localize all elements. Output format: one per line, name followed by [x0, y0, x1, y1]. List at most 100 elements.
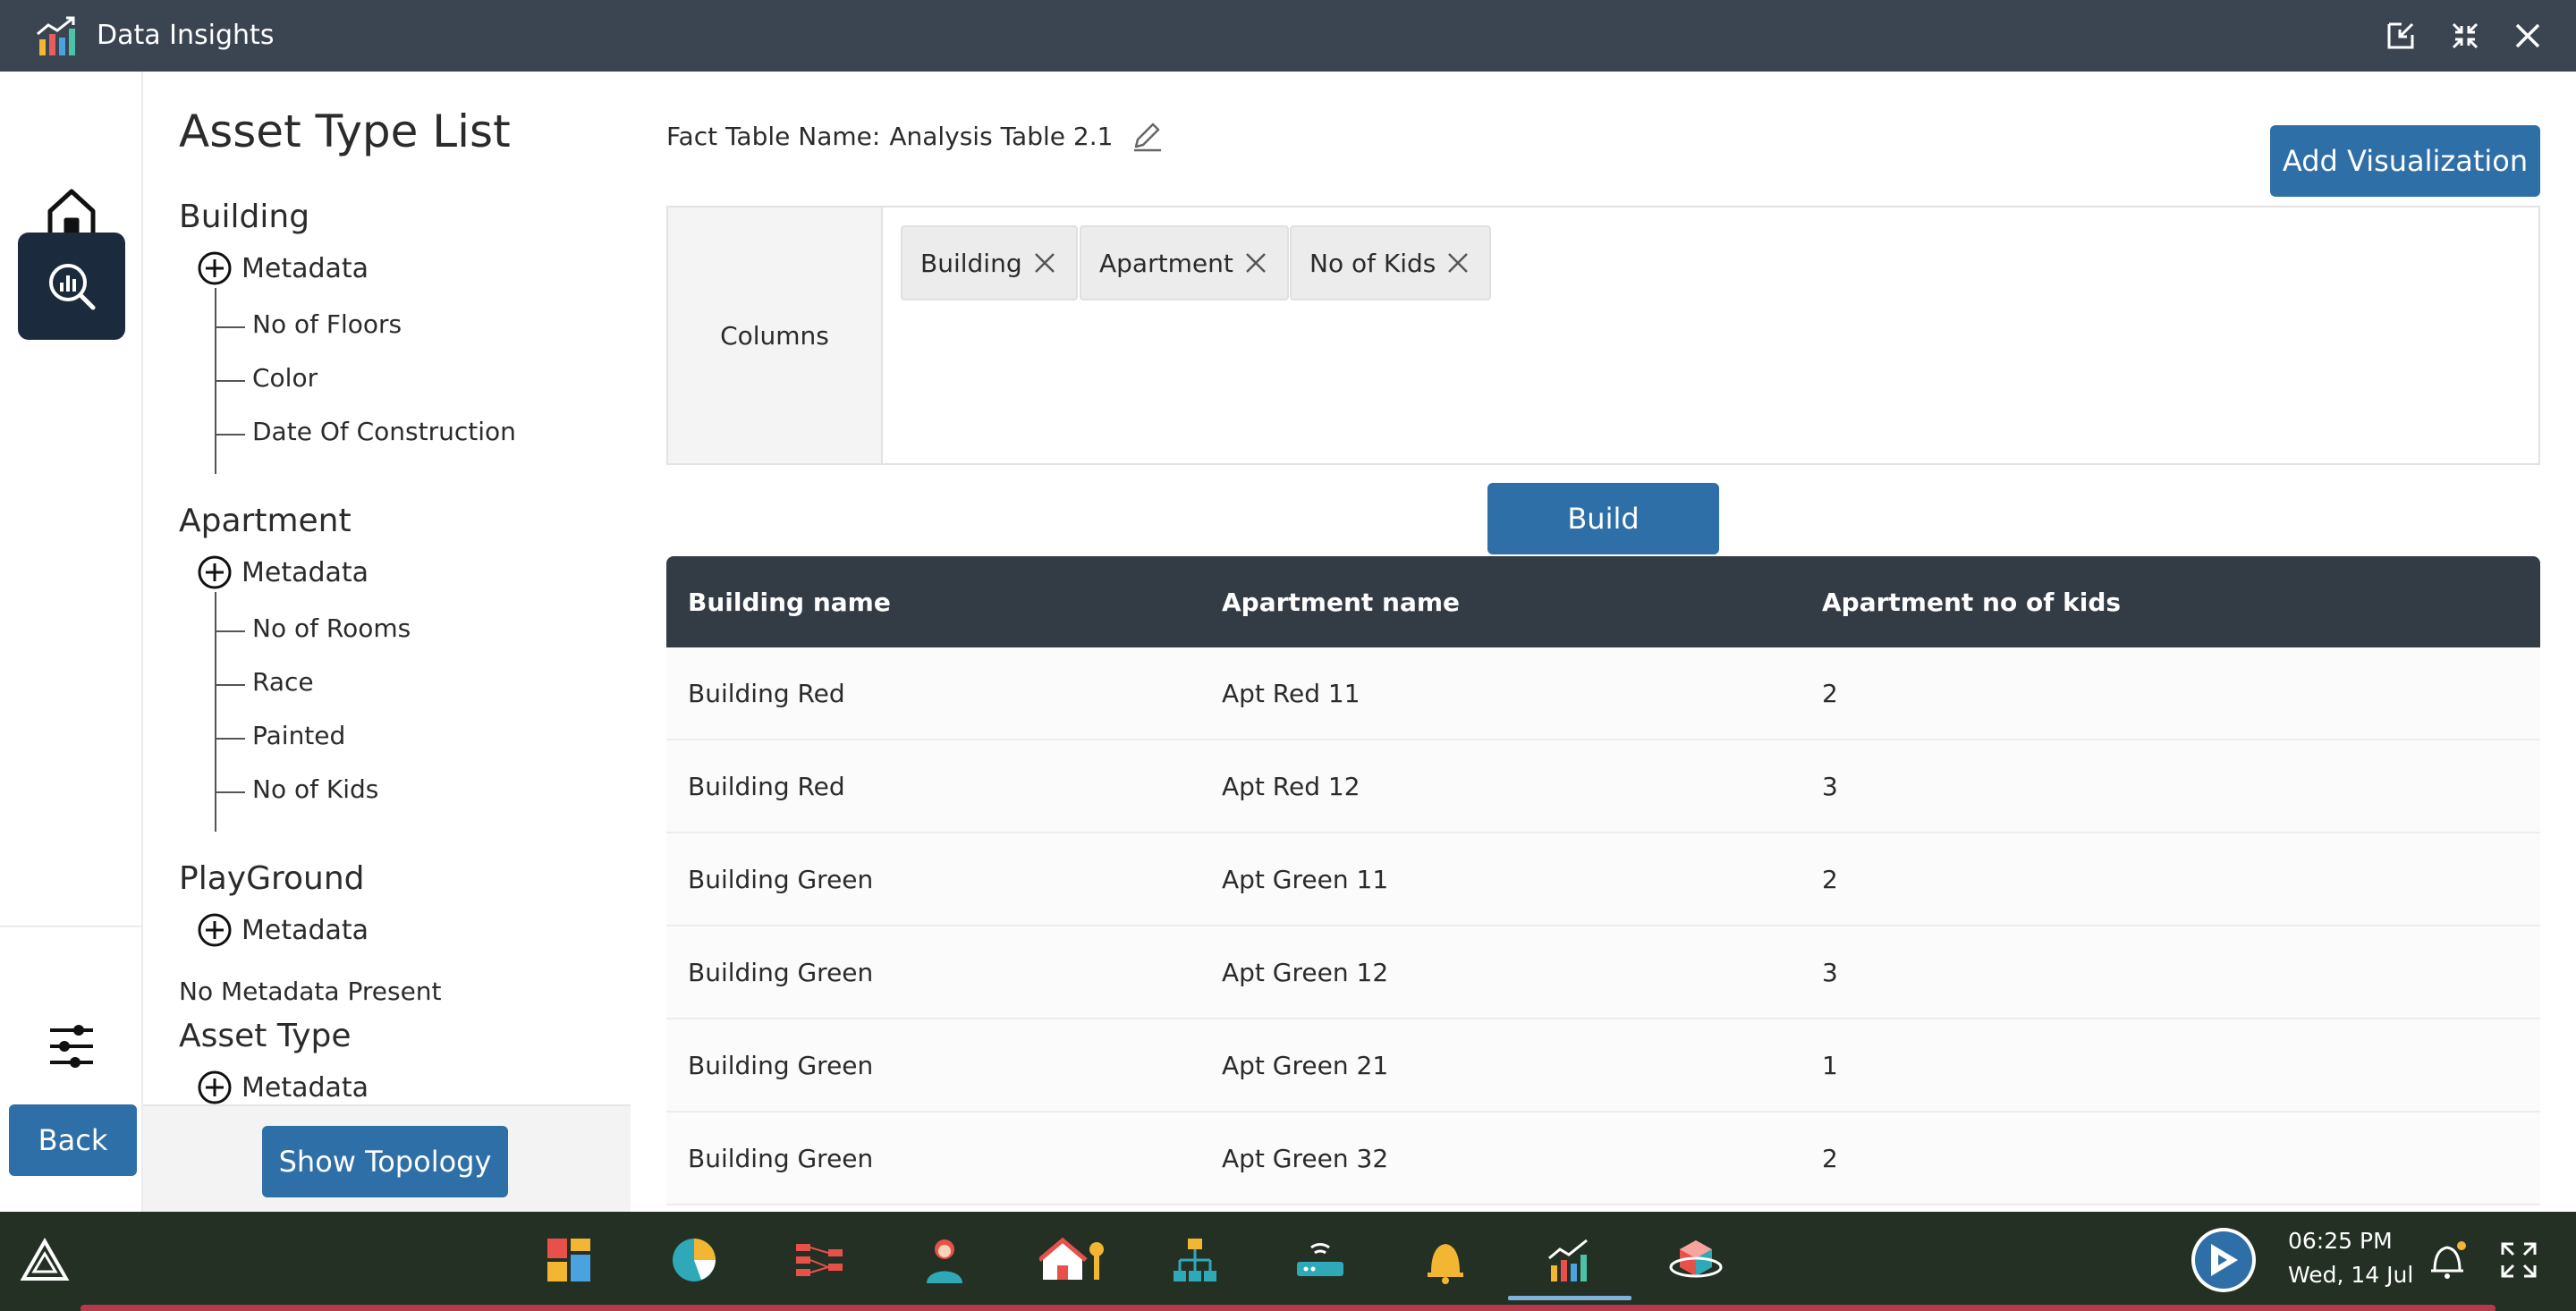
- app-window: Back Asset Type List Building Metadata N…: [0, 72, 2576, 1212]
- group-apartment: Apartment: [179, 503, 352, 539]
- table-cell: Building Green: [688, 957, 874, 987]
- alerts-app-icon[interactable]: [1417, 1231, 1474, 1289]
- metadata-label: Metadata: [242, 1071, 369, 1104]
- column-header[interactable]: Building name: [666, 588, 1222, 617]
- column-header[interactable]: Apartment no of kids: [1822, 588, 2540, 617]
- remove-chip-icon[interactable]: [1445, 250, 1471, 276]
- asset-panel-footer: Show Topology: [143, 1104, 631, 1212]
- metadata-label: Metadata: [242, 914, 369, 946]
- remove-chip-icon[interactable]: [1031, 250, 1058, 276]
- metadata-toggle-apartment[interactable]: Metadata: [197, 554, 369, 590]
- left-rail: Back: [0, 72, 143, 1212]
- asset-list-title: Asset Type List: [179, 106, 511, 157]
- metadata-label: Metadata: [242, 252, 369, 284]
- table-cell: Apt Green 32: [1222, 1143, 1389, 1173]
- table-row[interactable]: Building Green Apt Green 12 3: [666, 926, 2540, 1019]
- clock-date: Wed, 14 Jul: [2288, 1262, 2414, 1288]
- notification-bell-icon[interactable]: [2419, 1231, 2476, 1289]
- table-row[interactable]: Building Green Apt Green 21 1: [666, 1019, 2540, 1112]
- table-cell: 3: [1822, 957, 1838, 987]
- launcher-triangle-icon[interactable]: [16, 1231, 73, 1289]
- asset-type-list[interactable]: Asset Type List Building Metadata No of …: [143, 72, 631, 1104]
- user-app-icon[interactable]: [916, 1231, 973, 1289]
- table-cell: Building Green: [688, 1050, 874, 1080]
- column-chip-apartment: Apartment: [1080, 225, 1289, 300]
- table-row[interactable]: Building Red Apt Red 11 2: [666, 647, 2540, 740]
- table-cell: 2: [1822, 678, 1838, 708]
- table-cell: 1: [1822, 1050, 1838, 1080]
- fact-table-name: Analysis Table 2.1: [889, 121, 1114, 151]
- sliders-icon: [50, 1025, 93, 1068]
- hierarchy-app-icon[interactable]: [1166, 1231, 1224, 1289]
- metadata-item: No of Floors: [215, 309, 402, 339]
- workflow-app-icon[interactable]: [791, 1231, 848, 1289]
- table-header: Building name Apartment name Apartment n…: [666, 556, 2540, 647]
- profile-avatar-icon[interactable]: [2190, 1226, 2258, 1294]
- table-row[interactable]: Building Green Apt Green 32 2: [666, 1112, 2540, 1205]
- close-icon[interactable]: [2508, 16, 2547, 55]
- window-title: Data Insights: [97, 20, 275, 51]
- group-asset-type: Asset Type: [179, 1018, 352, 1054]
- plus-circle-icon: [198, 251, 232, 285]
- metadata-toggle-playground[interactable]: Metadata: [197, 912, 369, 948]
- table-cell: 2: [1822, 864, 1838, 894]
- metadata-item: Race: [215, 667, 314, 697]
- data-insights-app-icon[interactable]: [1542, 1231, 1599, 1289]
- active-app-indicator: [1508, 1296, 1631, 1300]
- clock: 06:25 PM Wed, 14 Jul: [2288, 1224, 2413, 1292]
- router-app-icon[interactable]: [1292, 1231, 1349, 1289]
- table-cell: 2: [1822, 1143, 1838, 1173]
- table-cell: Apt Red 11: [1222, 678, 1360, 708]
- collapse-icon[interactable]: [2445, 16, 2485, 55]
- table-cell: Building Red: [688, 678, 845, 708]
- plus-circle-icon: [198, 913, 232, 947]
- column-header[interactable]: Apartment name: [1222, 588, 1822, 617]
- show-topology-button[interactable]: Show Topology: [262, 1126, 508, 1197]
- table-cell: Building Red: [688, 771, 845, 801]
- insights-button[interactable]: [18, 233, 125, 340]
- group-building: Building: [179, 199, 310, 235]
- rail-divider: [0, 926, 141, 927]
- column-chip-building: Building: [901, 225, 1078, 300]
- data-insights-icon: [37, 16, 75, 55]
- no-metadata-text: No Metadata Present: [179, 977, 442, 1006]
- metadata-item: Date Of Construction: [215, 417, 516, 446]
- remove-chip-icon[interactable]: [1242, 250, 1269, 276]
- popout-icon[interactable]: [2381, 16, 2420, 55]
- main-content: Fact Table Name: Analysis Table 2.1 Add …: [631, 72, 2576, 1212]
- columns-selector: Columns Building Apartment No of Kids: [666, 206, 2540, 465]
- table-row[interactable]: Building Green Apt Green 11 2: [666, 833, 2540, 926]
- search-chart-icon: [49, 264, 96, 310]
- table-row[interactable]: Building Red Apt Red 12 3: [666, 740, 2540, 833]
- build-button[interactable]: Build: [1487, 483, 1719, 554]
- fact-table-row: Fact Table Name: Analysis Table 2.1: [666, 118, 1165, 154]
- column-chip-no-of-kids: No of Kids: [1290, 225, 1492, 300]
- pie-chart-app-icon[interactable]: [665, 1231, 723, 1289]
- plus-circle-icon: [198, 555, 232, 589]
- metadata-item: No of Kids: [215, 774, 378, 804]
- table-cell: Apt Red 12: [1222, 771, 1360, 801]
- settings-button[interactable]: [18, 993, 125, 1100]
- table-cell: 3: [1822, 771, 1838, 801]
- metadata-item: Painted: [215, 721, 345, 750]
- table-cell: Building Green: [688, 864, 874, 894]
- metadata-item: No of Rooms: [215, 613, 411, 643]
- table-cell: Apt Green 11: [1222, 864, 1389, 894]
- results-table: Building name Apartment name Apartment n…: [666, 556, 2540, 1205]
- column-chips[interactable]: Building Apartment No of Kids: [883, 207, 2538, 463]
- fact-table-label: Fact Table Name:: [666, 121, 881, 151]
- columns-label: Columns: [668, 207, 883, 463]
- edit-pencil-icon[interactable]: [1129, 118, 1165, 154]
- metadata-toggle-asset-type[interactable]: Metadata: [197, 1070, 369, 1104]
- 3d-cube-app-icon[interactable]: [1667, 1231, 1724, 1289]
- add-visualization-button[interactable]: Add Visualization: [2270, 125, 2540, 197]
- fullscreen-icon[interactable]: [2490, 1231, 2547, 1289]
- asset-type-panel: Asset Type List Building Metadata No of …: [143, 72, 631, 1212]
- taskbar: 06:25 PM Wed, 14 Jul: [0, 1212, 2576, 1311]
- back-button[interactable]: Back: [9, 1104, 137, 1176]
- plus-circle-icon: [198, 1070, 232, 1104]
- home-key-app-icon[interactable]: [1038, 1231, 1109, 1289]
- metadata-toggle-building[interactable]: Metadata: [197, 250, 369, 286]
- group-playground: PlayGround: [179, 860, 365, 897]
- dashboard-app-icon[interactable]: [540, 1231, 597, 1289]
